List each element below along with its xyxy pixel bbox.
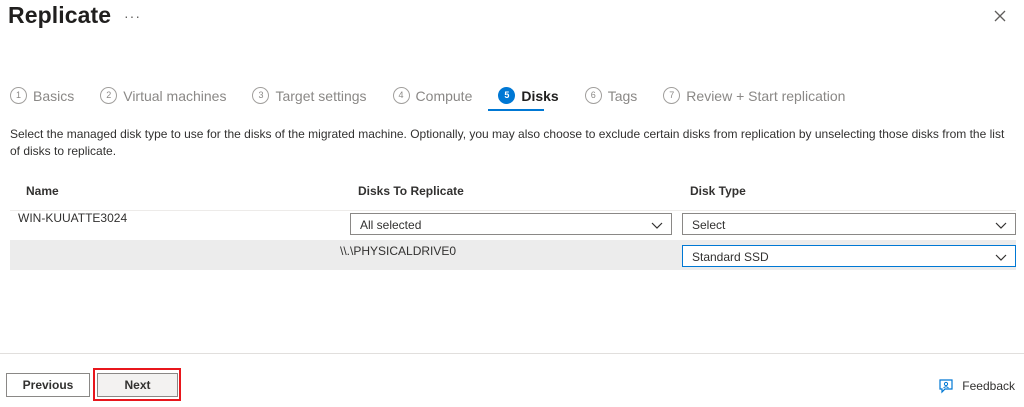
- chevron-down-icon: [995, 222, 1007, 229]
- chevron-down-icon: [651, 222, 663, 229]
- disk-type-dropdown[interactable]: Select: [682, 213, 1016, 235]
- table-header: Name Disks To Replicate Disk Type: [10, 184, 1016, 211]
- more-options-icon[interactable]: ···: [124, 8, 141, 24]
- dropdown-value: Standard SSD: [692, 250, 769, 264]
- disk-type-dropdown[interactable]: Standard SSD: [682, 245, 1016, 267]
- column-header-disks-to-replicate: Disks To Replicate: [358, 184, 464, 198]
- step-label: Virtual machines: [123, 87, 227, 104]
- step-label: Target settings: [275, 87, 367, 104]
- close-icon[interactable]: [992, 8, 1008, 24]
- step-basics[interactable]: 1 Basics: [10, 87, 74, 104]
- footer-divider: [0, 353, 1024, 354]
- description-text: Select the managed disk type to use for …: [10, 127, 1005, 158]
- previous-button[interactable]: Previous: [6, 373, 90, 397]
- table-row: \\.\PHYSICALDRIVE0 Standard SSD: [10, 240, 1016, 270]
- highlight-annotation: [93, 368, 181, 401]
- table-row: WIN-KUUATTE3024 All selected Select: [10, 209, 1016, 239]
- step-number: 1: [10, 87, 27, 104]
- dropdown-value: Select: [692, 218, 726, 232]
- step-number: 5: [498, 87, 516, 104]
- replicate-blade: Replicate ··· 1 Basics 2 Virtual machine…: [0, 0, 1024, 407]
- step-number: 6: [584, 87, 602, 104]
- step-number: 4: [392, 87, 410, 104]
- step-number: 2: [100, 87, 118, 104]
- step-compute[interactable]: 4 Compute: [392, 87, 473, 104]
- step-label: Review + Start replication: [686, 87, 846, 104]
- step-label: Tags: [607, 87, 638, 104]
- column-header-disk-type: Disk Type: [690, 184, 746, 198]
- step-number: 7: [663, 87, 681, 104]
- step-label: Basics: [33, 87, 75, 104]
- step-target-settings[interactable]: 3 Target settings: [252, 87, 367, 104]
- step-number: 3: [252, 87, 270, 104]
- step-tags[interactable]: 6 Tags: [584, 87, 638, 104]
- page-title: Replicate: [8, 2, 112, 28]
- disk-name: \\.\PHYSICALDRIVE0: [340, 244, 457, 258]
- feedback-icon: [939, 379, 953, 394]
- feedback-link[interactable]: Feedback: [938, 378, 1015, 394]
- step-review-start-replication[interactable]: 7 Review + Start replication: [663, 87, 845, 104]
- step-virtual-machines[interactable]: 2 Virtual machines: [100, 87, 226, 104]
- chevron-down-icon: [995, 254, 1007, 261]
- step-label: Compute: [415, 87, 473, 104]
- machine-name: WIN-KUUATTE3024: [18, 211, 128, 225]
- feedback-label: Feedback: [962, 379, 1015, 393]
- disks-to-replicate-dropdown[interactable]: All selected: [350, 213, 672, 235]
- active-step-indicator: [488, 109, 544, 111]
- column-header-name: Name: [26, 184, 59, 198]
- wizard-steps: 1 Basics 2 Virtual machines 3 Target set…: [10, 87, 871, 104]
- dropdown-value: All selected: [360, 218, 422, 232]
- step-label: Disks: [521, 87, 559, 104]
- step-disks[interactable]: 5 Disks: [498, 87, 559, 104]
